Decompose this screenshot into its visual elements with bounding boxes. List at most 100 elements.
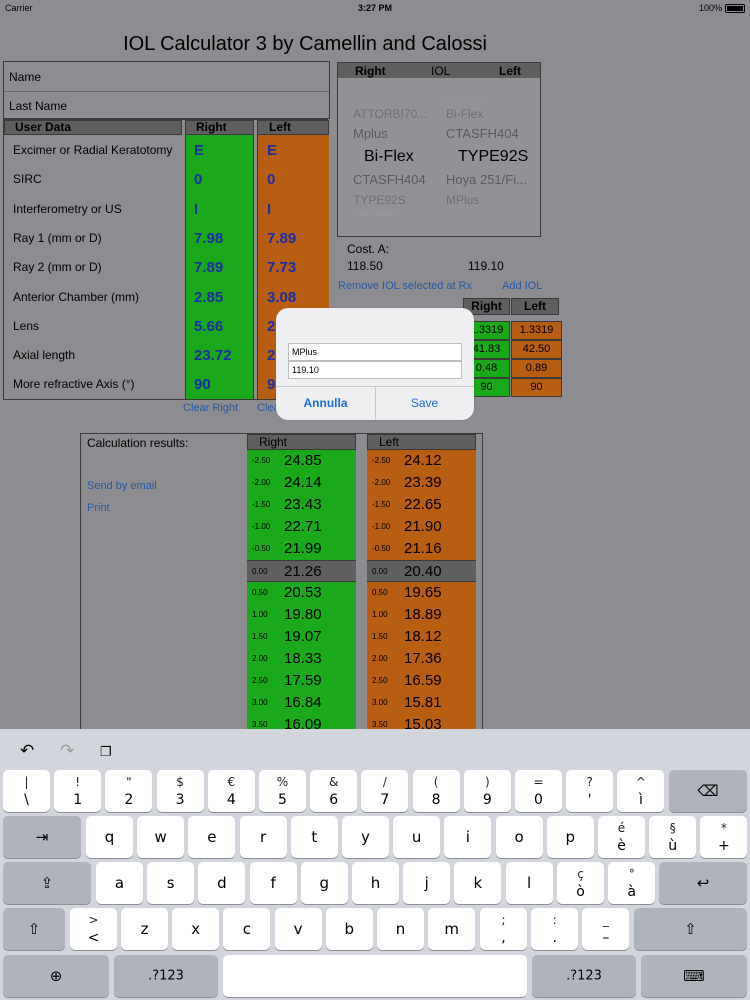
globe-key[interactable]: ⊕: [3, 955, 109, 997]
key-r[interactable]: r: [239, 816, 287, 858]
left-value[interactable]: 9: [267, 376, 275, 393]
picker-right-item[interactable]: MPlus: [446, 193, 479, 207]
key-3[interactable]: $3: [156, 770, 204, 812]
save-button[interactable]: Save: [375, 387, 474, 420]
key-h[interactable]: h: [352, 862, 399, 904]
key-.[interactable]: :.: [531, 908, 579, 950]
key-ù[interactable]: § ù: [649, 816, 697, 858]
left-value[interactable]: 0: [267, 171, 275, 188]
left-value[interactable]: 2: [267, 318, 275, 335]
key-x[interactable]: x: [172, 908, 220, 950]
key-a[interactable]: a: [96, 862, 143, 904]
add-iol-link[interactable]: Add IOL: [502, 280, 542, 292]
right-value[interactable]: 7.98: [194, 230, 223, 247]
key-k[interactable]: k: [454, 862, 502, 904]
key-t[interactable]: t: [290, 816, 338, 858]
right-value[interactable]: 2.85: [194, 289, 223, 306]
key-1[interactable]: ! 1: [54, 770, 102, 812]
key-b[interactable]: b: [325, 908, 373, 950]
key-ì[interactable]: ^ ì: [617, 770, 665, 812]
key-s[interactable]: s: [147, 862, 195, 904]
iol-constant-input[interactable]: 119.10: [288, 361, 462, 379]
key-9[interactable]: ) 9: [463, 770, 511, 812]
picker-left-item[interactable]: TYPE92S: [353, 193, 406, 207]
caps-lock-key[interactable]: ⇪: [3, 862, 91, 904]
right-value[interactable]: 23.72: [194, 347, 232, 364]
picker-right-item[interactable]: Bi-Flex: [446, 107, 483, 121]
remove-iol-link[interactable]: Remove IOL selected at Rx: [338, 280, 472, 292]
send-email-link[interactable]: Send by email: [87, 480, 157, 492]
cost-left-cell[interactable]: 90: [511, 378, 562, 397]
picker-left-item[interactable]: ATTORBI70...: [353, 107, 427, 121]
name-field[interactable]: Name: [9, 70, 41, 84]
picker-right-item[interactable]: CTASFH404: [446, 126, 519, 141]
right-value[interactable]: 5.66: [194, 318, 223, 335]
key-i[interactable]: i: [444, 816, 492, 858]
key-+[interactable]: * +: [700, 816, 748, 858]
key-d[interactable]: d: [198, 862, 246, 904]
shift-right-key[interactable]: ⇧: [634, 908, 747, 950]
return-key[interactable]: ↩: [659, 862, 747, 904]
key-7[interactable]: /7: [361, 770, 409, 812]
picker-left-item[interactable]: Bi-Flex: [364, 148, 414, 166]
space-key[interactable]: [223, 955, 527, 997]
key-m[interactable]: m: [428, 908, 476, 950]
key-2[interactable]: " 2: [105, 770, 153, 812]
key-f[interactable]: f: [249, 862, 297, 904]
picker-right-item[interactable]: Hoya 251/Fi...: [446, 172, 527, 187]
left-value[interactable]: 7.73: [267, 259, 296, 276]
key-u[interactable]: u: [393, 816, 441, 858]
key-ò[interactable]: çò: [557, 862, 604, 904]
cancel-button[interactable]: Annulla: [276, 387, 375, 420]
redo-icon[interactable]: ↷: [60, 741, 74, 761]
numbers-key-left[interactable]: .?123: [114, 955, 218, 997]
cost-left-cell[interactable]: 0.89: [511, 359, 562, 378]
picker-left-item[interactable]: ...................: [353, 209, 395, 218]
key-j[interactable]: j: [403, 862, 451, 904]
key-6[interactable]: & 6: [310, 770, 358, 812]
key-c[interactable]: c: [223, 908, 271, 950]
key-,[interactable]: ;,: [480, 908, 527, 950]
right-value[interactable]: 7.89: [194, 259, 223, 276]
key-4[interactable]: €4: [207, 770, 255, 812]
key-z[interactable]: z: [121, 908, 168, 950]
key-8[interactable]: (8: [412, 770, 460, 812]
dismiss-keyboard-key[interactable]: ⌨: [641, 955, 747, 997]
key-l[interactable]: l: [505, 862, 553, 904]
key-e[interactable]: e: [188, 816, 236, 858]
shift-left-key[interactable]: ⇧: [3, 908, 65, 950]
key-0[interactable]: = 0: [515, 770, 562, 812]
key-à[interactable]: ° à: [608, 862, 656, 904]
key-–[interactable]: _ –: [582, 908, 630, 950]
cost-left-cell[interactable]: 42.50: [511, 340, 562, 359]
backspace-key[interactable]: ⌫: [669, 770, 747, 812]
key-less-than[interactable]: > <: [70, 908, 117, 950]
picker-right-item[interactable]: ...................: [446, 94, 488, 103]
left-value[interactable]: 3.08: [267, 289, 296, 306]
key-y[interactable]: y: [342, 816, 389, 858]
picker-right-item[interactable]: TYPE92S: [458, 148, 528, 166]
left-value[interactable]: I: [267, 201, 271, 218]
lastname-field[interactable]: Last Name: [9, 99, 67, 113]
key-v[interactable]: v: [274, 908, 322, 950]
clear-right-link[interactable]: Clear Right: [183, 402, 238, 414]
key-\[interactable]: | \: [3, 770, 50, 812]
picker-left-item[interactable]: Mplus: [353, 126, 388, 141]
iol-name-input[interactable]: MPlus: [288, 343, 462, 361]
tab-key[interactable]: ⇥: [3, 816, 81, 858]
key-5[interactable]: % 5: [259, 770, 306, 812]
iol-picker[interactable]: Right IOL Left ................... ATTORB…: [337, 62, 541, 237]
right-value[interactable]: 0: [194, 171, 202, 188]
key-è[interactable]: éè: [598, 816, 645, 858]
key-n[interactable]: n: [377, 908, 424, 950]
key-'[interactable]: ? ': [566, 770, 614, 812]
right-value[interactable]: 90: [194, 376, 211, 393]
key-w[interactable]: w: [137, 816, 185, 858]
left-value[interactable]: E: [267, 142, 277, 159]
picker-left-item[interactable]: CTASFH404: [353, 172, 426, 187]
key-p[interactable]: p: [546, 816, 594, 858]
right-value[interactable]: E: [194, 142, 204, 159]
key-q[interactable]: q: [86, 816, 133, 858]
undo-icon[interactable]: ↶: [20, 741, 34, 761]
paste-icon[interactable]: ❐: [100, 744, 112, 760]
